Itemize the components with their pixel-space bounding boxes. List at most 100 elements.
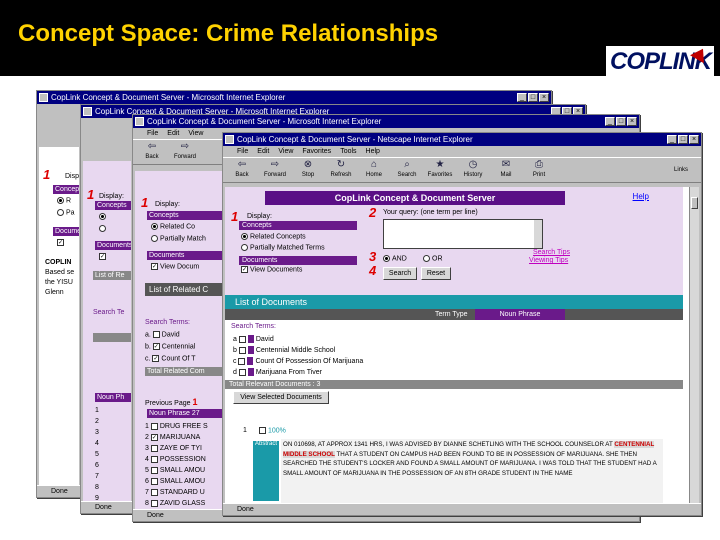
concepts-header: Concepts [95,201,131,210]
or-radio[interactable]: OR [423,255,443,262]
ie-icon [83,107,92,116]
term-row[interactable]: d Marijuana From Tiver [233,368,322,376]
term-row[interactable]: a. David [145,331,180,338]
back-button[interactable]: ⇦ Back [137,140,167,164]
step-number: 1 [141,195,149,210]
maximize-button[interactable]: □ [528,93,538,102]
mail-button[interactable]: ✉ Mail [491,158,521,182]
result-score[interactable]: 100% [259,427,286,434]
step-number-4: 4 [369,263,377,278]
help-link[interactable]: Help [633,192,649,201]
close-button[interactable]: × [539,93,549,102]
partially-matched-radio[interactable]: Partially Match [151,235,206,242]
documents-header: Documents [147,251,225,260]
status-bar: Done [223,503,701,515]
slide-title: Concept Space: Crime Relationships [18,20,439,47]
maximize-button[interactable]: □ [616,117,626,126]
refresh-button[interactable]: ↻ Refresh [326,158,356,182]
stop-button[interactable]: ⊗ Stop [293,158,323,182]
term-row[interactable]: c. ✓ Count Of T [145,355,196,362]
viewing-tips-link[interactable]: Viewing Tips [529,257,568,264]
and-radio[interactable]: AND [383,255,407,262]
noun-phrase-header: Noun Phrase 27 [147,409,225,418]
step-number: 1 [43,167,51,182]
view-documents-checkbox[interactable]: ✓ View Documents [241,266,302,273]
close-button[interactable]: × [627,117,637,126]
text-line: the YISU [45,279,73,286]
step-number-2: 2 [369,205,377,220]
menu-favorites[interactable]: Favorites [302,148,331,155]
step-number-3: 3 [369,249,377,264]
view-documents-checkbox[interactable]: ✓ View Docum [151,263,199,270]
print-button[interactable]: ⎙ Print [524,158,554,182]
checkbox-option[interactable]: ✓ [99,253,108,260]
term-row[interactable]: b Centennial Middle School [233,346,335,354]
step-number: 1 [87,187,95,202]
page-content: 1 Disp Concepts R Pa Docume ✓ COPLIN Bas… [39,147,79,485]
search-button[interactable]: Search [383,267,417,280]
reset-button[interactable]: Reset [421,267,451,280]
concepts-header: Concepts [239,221,357,230]
home-button[interactable]: ⌂ Home [359,158,389,182]
scrollbar-thumb[interactable] [691,197,698,209]
maximize-button[interactable]: □ [678,135,688,144]
term-row[interactable]: a David [233,335,274,343]
term-row[interactable]: b. ✓ Centennial [145,343,195,350]
radio-option[interactable] [99,225,108,232]
display-label: Disp [65,173,79,180]
text-line: Glenn [45,289,64,296]
forward-button[interactable]: ⇨ Forward [260,158,290,182]
back-button[interactable]: ⇦ Back [227,158,257,182]
menu-edit[interactable]: Edit [167,130,179,137]
partially-matched-radio[interactable]: Partially Matched Terms [241,244,325,251]
window-titlebar: CopLink Concept & Document Server - Nets… [223,133,701,146]
query-form: 1 Display: Concepts Related Concepts Par… [225,205,683,295]
stop-icon: ⊗ [303,159,313,170]
menu-file[interactable]: File [237,148,248,155]
menu-view[interactable]: View [278,148,293,155]
menu-edit[interactable]: Edit [257,148,269,155]
minimize-button[interactable]: _ [667,135,677,144]
toolbar: ⇦ Back ⇨ Forward ⊗ Stop ↻ Refresh ⌂ Home ⌕ Sea… [223,157,701,183]
noun-phrase-list: 1 DRUG FREE S 2 ✓ MARIJUANA 3 ZAYE OF TYI… [145,421,208,509]
radio-option[interactable] [99,213,108,220]
radio-option[interactable]: Pa [57,209,75,216]
list-item: 3 ZAYE OF TYI [145,444,202,452]
menu-file[interactable]: File [147,130,158,137]
total-relevant-row: Total Relevant Documents : 3 [225,380,683,389]
previous-page-link[interactable]: Previous Page 1 [145,397,198,407]
related-concepts-radio[interactable]: Related Co [151,223,195,230]
vertical-scrollbar[interactable] [689,187,699,503]
total-related: Total Related Com [145,367,225,376]
menu-view[interactable]: View [188,130,203,137]
radio-option[interactable]: R [57,197,71,204]
minimize-button[interactable]: _ [517,93,527,102]
history-icon: ◷ [468,159,478,170]
related-concepts-radio[interactable]: Related Concepts [241,233,306,240]
textarea-scrollbar[interactable] [534,220,542,248]
search-terms-label: Search Terms: [231,323,276,330]
close-button[interactable]: × [689,135,699,144]
browser-window-front[interactable]: CopLink Concept & Document Server - Nets… [222,132,702,516]
search-icon: ⌕ [404,159,410,170]
links-button[interactable]: Links [661,158,701,182]
search-tips-link[interactable]: Search Tips [533,249,570,256]
documents-header: Docume [53,227,79,236]
view-selected-button[interactable]: View Selected Documents [233,391,329,404]
list-item: 1 DRUG FREE S [145,422,208,430]
favorites-button[interactable]: ★ Favorites [425,158,455,182]
checkbox-option[interactable]: ✓ [57,239,66,246]
display-label: Display: [99,193,124,200]
forward-button[interactable]: ⇨ Forward [170,140,200,164]
menu-help[interactable]: Help [366,148,380,155]
list-of-documents-bar: List of Documents [225,295,683,309]
search-button-tb[interactable]: ⌕ Search [392,158,422,182]
back-arrow-icon: ⇦ [147,141,157,152]
history-button[interactable]: ◷ History [458,158,488,182]
list-item: 7 STANDARD U [145,488,205,496]
menu-tools[interactable]: Tools [340,148,356,155]
query-textarea[interactable] [383,219,543,249]
noun-phrase-header: Noun Ph [95,393,131,402]
minimize-button[interactable]: _ [605,117,615,126]
term-row[interactable]: c Count Of Possession Of Marijuana [233,357,363,365]
